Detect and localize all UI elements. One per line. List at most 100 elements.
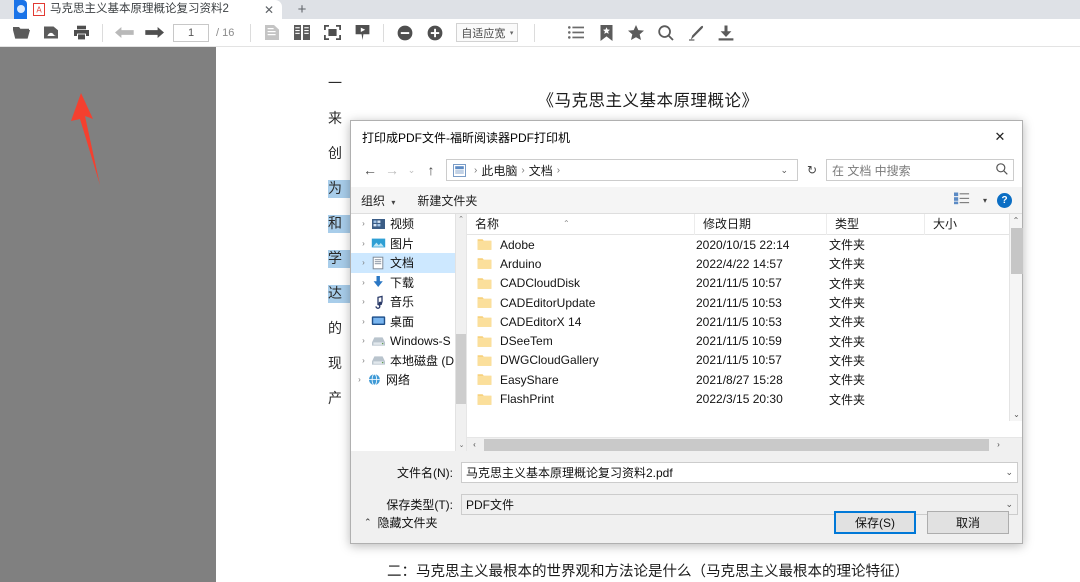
print-icon[interactable] [66, 20, 96, 46]
new-tab-button[interactable]: + [293, 2, 311, 18]
expander-chevron-icon[interactable]: › [357, 297, 370, 306]
scroll-up-icon[interactable]: ⌃ [1010, 214, 1022, 227]
single-page-icon[interactable] [257, 20, 287, 46]
download-icon[interactable] [711, 20, 741, 46]
hide-folders-toggle[interactable]: ⌃ 隐藏文件夹 [364, 514, 438, 531]
tree-item-1[interactable]: › 视频 [351, 214, 466, 234]
local-disk-icon [370, 353, 386, 367]
highlight-pen-icon[interactable] [681, 20, 711, 46]
outline-list-icon[interactable] [561, 20, 591, 46]
file-name-cell: EasyShare [500, 372, 559, 387]
favorite-star-icon[interactable] [621, 20, 651, 46]
up-one-level-icon[interactable]: ↑ [420, 158, 442, 182]
file-list-row[interactable]: DWGCloudGallery 2021/11/5 10:57 文件夹 [467, 351, 1022, 370]
bookmark-icon[interactable] [591, 20, 621, 46]
scroll-up-icon[interactable]: ⌃ [456, 214, 466, 225]
filename-row: 文件名(N): 马克思主义基本原理概论复习资料2.pdf ⌄ [351, 461, 1022, 483]
view-options-icon[interactable] [953, 192, 970, 208]
file-list-horizontal-scrollbar[interactable]: ‹ › [467, 437, 1022, 451]
address-bar[interactable]: › 此电脑 › 文档 › ⌄ [446, 159, 798, 181]
tree-item-label: 文档 [390, 256, 415, 271]
file-list-row[interactable]: CADEditorX 14 2021/11/5 10:53 文件夹 [467, 312, 1022, 331]
tree-item-2[interactable]: › 图片 [351, 234, 466, 254]
file-type-cell: 文件夹 [829, 238, 866, 253]
open-file-icon[interactable] [6, 20, 36, 46]
zoom-out-icon[interactable] [390, 20, 420, 46]
help-icon[interactable]: ? [997, 192, 1012, 208]
tree-item-5[interactable]: › 音乐 [351, 292, 466, 312]
chevron-down-icon[interactable]: ⌄ [999, 467, 1013, 478]
screen-root: A 马克思主义基本原理概论复习资料2 ✕ + 1 / 16 自适应宽 ▾ 《马克… [0, 0, 1080, 582]
column-header-name[interactable]: 名称 ⌃ [467, 213, 695, 235]
file-date-cell: 2021/8/27 15:28 [696, 372, 783, 387]
new-folder-button[interactable]: 新建文件夹 [417, 192, 477, 209]
tree-item-4[interactable]: › 下载 [351, 273, 466, 293]
file-list-vertical-scrollbar[interactable]: ⌃ ⌄ [1009, 214, 1023, 421]
zoom-in-icon[interactable] [420, 20, 450, 46]
cloud-open-icon[interactable] [36, 20, 66, 46]
scrollbar-thumb[interactable] [456, 334, 466, 404]
scrollbar-thumb[interactable] [1011, 228, 1023, 274]
browser-tab[interactable]: A 马克思主义基本原理概论复习资料2 ✕ [14, 0, 282, 19]
tree-vertical-scrollbar[interactable]: ⌃ ⌄ [455, 214, 466, 451]
cancel-button[interactable]: 取消 [927, 510, 1009, 534]
recent-locations-icon[interactable]: ⌄ [403, 158, 420, 182]
tree-item-8[interactable]: › 本地磁盘 (D: [351, 351, 466, 371]
file-list-row[interactable]: EasyShare 2021/8/27 15:28 文件夹 [467, 370, 1022, 389]
zoom-level-select[interactable]: 自适应宽 ▾ [456, 23, 519, 42]
forward-icon[interactable]: → [381, 158, 403, 182]
file-list-row[interactable]: Adobe 2020/10/15 22:14 文件夹 [467, 235, 1022, 254]
tree-item-6[interactable]: › 桌面 [351, 312, 466, 332]
expander-chevron-icon[interactable]: › [357, 258, 370, 267]
search-box[interactable]: 在 文档 中搜索 [826, 159, 1014, 181]
view-options-caret-icon[interactable]: ▾ [983, 196, 987, 205]
expander-chevron-icon[interactable]: › [357, 239, 370, 248]
page-number-input[interactable] [173, 23, 209, 42]
expander-chevron-icon[interactable]: › [357, 219, 370, 228]
expander-chevron-icon[interactable]: › [357, 278, 370, 287]
scroll-down-icon[interactable]: ⌄ [456, 440, 466, 451]
file-list-row[interactable]: DSeeTem 2021/11/5 10:59 文件夹 [467, 331, 1022, 350]
search-icon[interactable] [651, 20, 681, 46]
back-icon[interactable]: ← [359, 158, 381, 182]
two-page-icon[interactable] [287, 20, 317, 46]
file-list-row[interactable]: CADEditorUpdate 2021/11/5 10:53 文件夹 [467, 293, 1022, 312]
chevron-down-icon[interactable]: ⌄ [999, 499, 1013, 510]
column-header-date[interactable]: 修改日期 [695, 213, 827, 235]
column-header-size[interactable]: 大小 [925, 214, 1005, 235]
breadcrumb-item-1[interactable]: 文档 [529, 162, 553, 179]
fit-page-icon[interactable] [317, 20, 347, 46]
close-icon[interactable]: ✕ [262, 3, 276, 17]
column-header-type[interactable]: 类型 [827, 213, 925, 235]
file-type-cell: 文件夹 [829, 392, 866, 407]
expander-chevron-icon[interactable]: › [357, 356, 370, 365]
file-type-cell: 文件夹 [829, 373, 866, 388]
breadcrumb-item-0[interactable]: 此电脑 [481, 162, 517, 179]
save-button[interactable]: 保存(S) [834, 510, 916, 534]
scroll-right-icon[interactable]: › [991, 440, 1006, 449]
search-input[interactable]: 在 文档 中搜索 [832, 162, 996, 179]
next-page-icon[interactable] [139, 20, 169, 46]
previous-page-icon[interactable] [109, 20, 139, 46]
tree-item-3[interactable]: › 文档 [351, 253, 466, 273]
expander-chevron-icon[interactable]: › [357, 336, 370, 345]
pdf-left-text-column: 一来创为和学达的现产 [328, 75, 352, 535]
refresh-icon[interactable]: ↻ [800, 159, 824, 181]
file-list-row[interactable]: CADCloudDisk 2021/11/5 10:57 文件夹 [467, 274, 1022, 293]
expander-chevron-icon[interactable]: › [357, 317, 370, 326]
dialog-body: › 视频 › 图片 › 文档 › 下载 › 音乐 › 桌面 › Windows-S › 本地磁盘 (D: › 网络… [351, 213, 1023, 451]
address-dropdown-icon[interactable]: ⌄ [775, 165, 793, 176]
file-list-row[interactable]: FlashPrint 2022/3/15 20:30 文件夹 [467, 389, 1022, 408]
tree-item-7[interactable]: › Windows-S [351, 331, 466, 351]
filename-input[interactable]: 马克思主义基本原理概论复习资料2.pdf ⌄ [461, 461, 1018, 483]
close-icon[interactable]: ✕ [978, 121, 1022, 152]
scroll-down-icon[interactable]: ⌄ [1010, 408, 1023, 421]
dialog-action-buttons: 保存(S) 取消 [834, 510, 1009, 534]
tree-item-9[interactable]: › 网络 [351, 370, 466, 390]
file-list-row[interactable]: Arduino 2022/4/22 14:57 文件夹 [467, 254, 1022, 273]
scroll-left-icon[interactable]: ‹ [467, 440, 482, 449]
expander-chevron-icon[interactable]: › [353, 375, 366, 384]
organize-menu[interactable]: 组织 ▾ [361, 192, 395, 209]
presentation-icon[interactable] [347, 20, 377, 46]
scrollbar-thumb[interactable] [484, 438, 989, 451]
